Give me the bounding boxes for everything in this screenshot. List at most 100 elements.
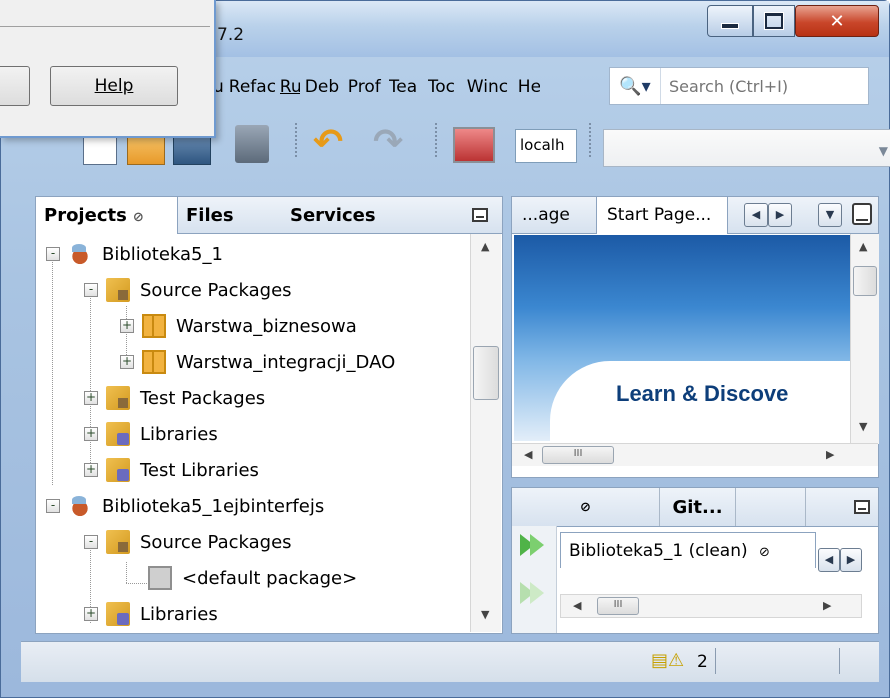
tab-list-icon[interactable]: ▼ [818, 203, 842, 227]
tree-row-label: Biblioteka5_1 [102, 243, 223, 265]
notifications-icon[interactable]: ▤⚠ [651, 650, 684, 671]
save-all-icon[interactable] [235, 125, 269, 163]
scroll-right-icon[interactable]: ▶ [823, 599, 831, 612]
scroll-thumb[interactable]: III [597, 597, 639, 615]
expand-icon[interactable]: + [84, 607, 98, 621]
tree-row[interactable]: + Libraries [84, 596, 218, 632]
menu-profile[interactable]: Prof [348, 77, 384, 97]
dialog-fragment: Help [0, 0, 216, 138]
scroll-thumb[interactable] [853, 266, 877, 296]
menu-tools[interactable]: Toc [428, 77, 462, 97]
toolbar-separator [295, 123, 297, 159]
tree-row-label: Source Packages [140, 531, 292, 553]
tab-editor-previous[interactable]: ...age [512, 197, 596, 233]
tree-scrollbar[interactable]: ▲ ▼ [470, 234, 501, 632]
scroll-down-icon[interactable]: ▼ [481, 608, 489, 621]
start-page-scrollbar[interactable]: ▲ ▼ [850, 234, 879, 444]
tree-row[interactable]: + Libraries [84, 416, 218, 452]
menu-refactor[interactable]: Refac [229, 77, 275, 97]
tree-row[interactable]: + Warstwa_biznesowa [120, 308, 357, 344]
collapse-icon[interactable]: - [84, 283, 98, 297]
start-page-banner: Learn & Discove [514, 235, 850, 441]
tree-row[interactable]: - Source Packages [84, 272, 292, 308]
tab-files[interactable]: Files [178, 197, 276, 233]
tree-row-label: Source Packages [140, 279, 292, 301]
tab-scroll-right-icon[interactable]: ▶ [840, 548, 862, 572]
start-page-hscrollbar[interactable]: ◀ III ▶ [512, 443, 878, 466]
scroll-thumb[interactable] [473, 346, 499, 400]
menu-window[interactable]: Winc [467, 77, 513, 97]
tree-row[interactable]: + Test Libraries [84, 452, 259, 488]
collapse-icon[interactable]: - [46, 499, 60, 513]
tab-scroll-left-icon[interactable]: ◀ [744, 203, 768, 227]
tab-scroll-right-icon[interactable]: ▶ [768, 203, 792, 227]
status-separator [839, 648, 840, 674]
tab-scroll-left-icon[interactable]: ◀ [818, 548, 840, 572]
scroll-left-icon[interactable]: ◀ [524, 448, 532, 461]
menu-team[interactable]: Tea [389, 77, 423, 97]
tab-services[interactable]: Services [282, 197, 422, 233]
redo-icon[interactable]: ↷ [373, 123, 415, 165]
tree-row[interactable]: <default package> [148, 560, 357, 596]
project-icon [68, 242, 92, 266]
tab-close-icon[interactable]: ⊘ [133, 210, 144, 225]
tree-row[interactable]: - Source Packages [84, 524, 292, 560]
output-tab-strip: ⊘ Git... [512, 488, 878, 527]
help-button[interactable]: Help [50, 66, 178, 106]
learn-discover-heading[interactable]: Learn & Discove [616, 381, 788, 407]
tab-close-icon[interactable]: ⊘ [759, 545, 770, 560]
collapse-icon[interactable]: - [46, 247, 60, 261]
expand-icon[interactable]: + [120, 319, 134, 333]
minimize-button[interactable] [707, 5, 753, 37]
rerun-icon-shadow [530, 534, 544, 556]
minimize-panel-icon[interactable] [852, 203, 872, 225]
tab-start-page[interactable]: Start Page... [596, 197, 728, 234]
configuration-combo[interactable]: ▼ [603, 129, 890, 167]
tab-close-icon[interactable]: ⊘ [512, 488, 660, 526]
menu-help[interactable]: He [518, 77, 540, 97]
search-box[interactable]: 🔍▾ [609, 67, 869, 105]
search-icon[interactable]: 🔍▾ [610, 68, 661, 104]
tree-row[interactable]: - Biblioteka5_1ejbinterfejs [46, 488, 324, 524]
monitor-icon[interactable] [453, 127, 495, 163]
project-icon [68, 494, 92, 518]
undo-icon[interactable]: ↶ [313, 123, 355, 165]
scroll-thumb[interactable]: III [542, 446, 614, 464]
output-tab-clean[interactable]: Biblioteka5_1 (clean) ⊘ [560, 532, 816, 568]
tree-row-label: Libraries [140, 423, 218, 445]
tree-row[interactable]: + Test Packages [84, 380, 265, 416]
scroll-left-icon[interactable]: ◀ [573, 599, 581, 612]
tab-git[interactable]: Git... [660, 488, 736, 526]
collapse-icon[interactable]: - [84, 535, 98, 549]
expand-icon[interactable]: + [120, 355, 134, 369]
tree-row[interactable]: + Warstwa_integracji_DAO [120, 344, 395, 380]
source-folder-icon [106, 278, 130, 302]
close-button[interactable]: ✕ [795, 5, 879, 37]
tab-empty[interactable] [736, 488, 806, 526]
expand-icon[interactable]: + [84, 427, 98, 441]
tree-row-label: Biblioteka5_1ejbinterfejs [102, 495, 325, 517]
expand-icon[interactable]: + [84, 391, 98, 405]
maximize-button[interactable] [753, 5, 795, 37]
tree-row[interactable]: - Biblioteka5_1 [46, 236, 223, 272]
tree-row-label: Test Packages [140, 387, 266, 409]
window-title: 7.2 [217, 25, 245, 45]
server-combo[interactable]: localh [515, 129, 577, 163]
menu-debug[interactable]: Deb [305, 77, 343, 97]
minimize-panel-icon[interactable] [472, 208, 488, 222]
expand-icon[interactable]: + [84, 463, 98, 477]
menu-run[interactable]: Ru [280, 77, 300, 97]
editor-panel: ...age Start Page... ◀ ▶ ▼ Learn & Disco… [511, 196, 879, 478]
output-action-strip [512, 526, 557, 633]
scroll-right-icon[interactable]: ▶ [826, 448, 834, 461]
dialog-button-partial[interactable] [0, 66, 30, 106]
output-hscrollbar[interactable]: ◀ III ▶ [560, 594, 862, 618]
tree-row-label: Warstwa_biznesowa [176, 315, 357, 337]
search-input[interactable] [661, 75, 861, 97]
source-folder-icon [106, 386, 130, 410]
scroll-up-icon[interactable]: ▲ [859, 240, 867, 253]
tab-projects[interactable]: Projects ⊘ [36, 197, 178, 234]
scroll-down-icon[interactable]: ▼ [859, 420, 867, 433]
scroll-up-icon[interactable]: ▲ [481, 240, 489, 253]
minimize-panel-icon[interactable] [854, 500, 870, 514]
